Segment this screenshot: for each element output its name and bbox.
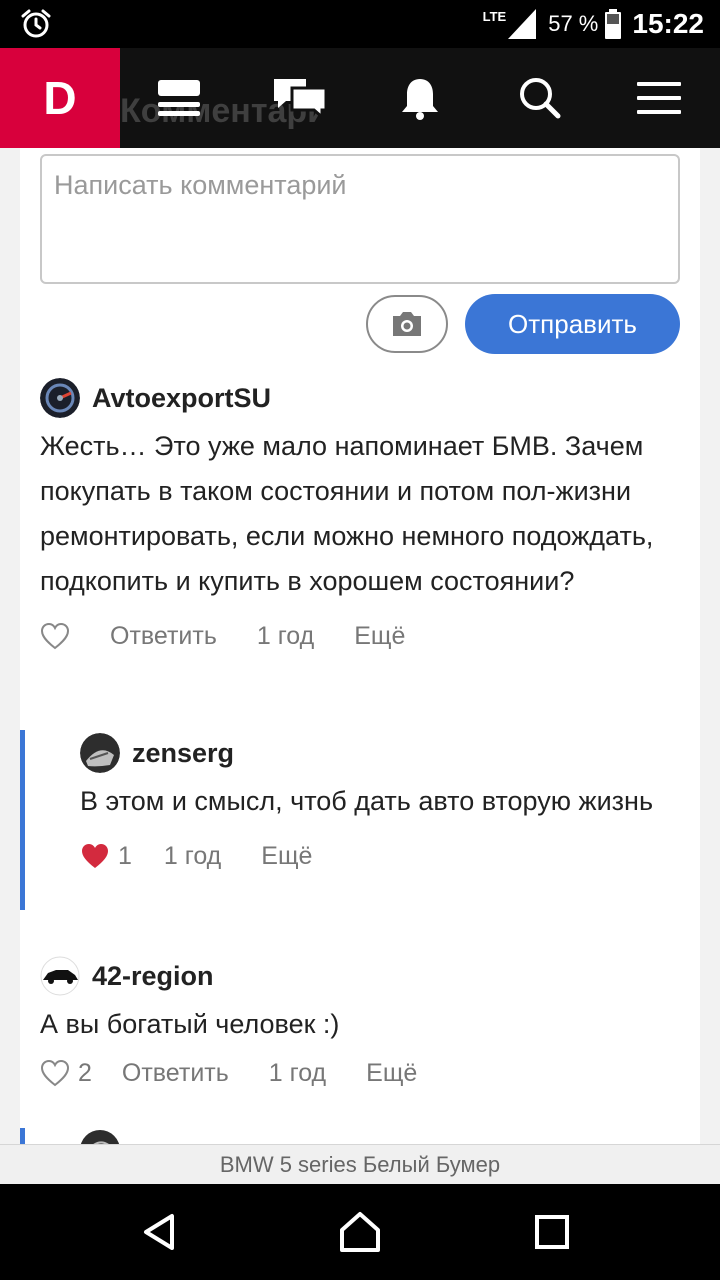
comment-time: 1 год [163,841,222,870]
battery-percent: 57 % [548,11,599,36]
reply-link[interactable]: Ответить [110,622,217,651]
messages-button[interactable] [272,70,328,126]
more-link[interactable]: Ещё [354,622,405,651]
drive2-logo[interactable]: D [0,48,120,148]
footer-title[interactable]: BMW 5 series Белый Бумер [0,1144,720,1184]
comments-card: Написать комментарий Отправить Avtoexpor… [20,148,700,1144]
send-button[interactable]: Отправить [465,294,680,354]
avatar[interactable] [40,378,80,418]
comment-item: 42-region А вы богатый человек :) 2 Отве… [40,956,680,1093]
reply-indicator [20,1128,25,1144]
comment-text: Жесть… Это уже мало напоминает БМВ. Заче… [40,431,654,596]
comment-text: В этом и смысл, чтоб дать авто вторую жи… [80,786,654,816]
avatar[interactable] [80,733,120,773]
back-button[interactable] [136,1208,184,1256]
recents-icon [535,1215,569,1249]
comment-text: А вы богатый человек :) [40,1009,340,1039]
heart-filled-icon[interactable] [80,842,110,870]
network-type: LTE [482,8,507,24]
reply-indicator [20,730,25,910]
more-link[interactable]: Ещё [261,842,312,871]
comment-reply-item: zenserg В этом и смысл, чтоб дать авто в… [80,733,680,876]
reply-link[interactable]: Ответить [122,1059,229,1088]
heart-outline-icon[interactable] [40,1059,70,1087]
like-count: 1 [118,841,132,870]
system-navigation-bar [0,1184,720,1280]
like-count: 2 [78,1058,92,1087]
comment-time: 1 год [256,621,315,650]
menu-button[interactable] [631,70,687,126]
bell-icon [402,79,438,120]
notifications-button[interactable] [392,70,448,126]
comment-author[interactable]: AvtoexportSU [92,383,271,414]
messages-icon [274,79,328,120]
recents-button[interactable] [528,1208,576,1256]
more-link[interactable]: Ещё [366,1059,417,1088]
heart-outline-icon[interactable] [40,622,70,650]
home-button[interactable] [336,1208,384,1256]
attach-photo-button[interactable] [366,295,448,353]
menu-icon [637,82,681,114]
back-icon [144,1214,174,1250]
alarm-icon [21,9,51,38]
search-icon [520,78,561,119]
avatar-partial [81,1130,119,1144]
comment-input[interactable]: Написать комментарий [40,154,680,284]
comment-author[interactable]: zenserg [132,738,234,769]
battery-icon [605,9,622,39]
comment-time: 1 год [268,1058,327,1087]
clock: 15:22 [632,8,704,39]
avatar[interactable] [40,956,80,996]
home-icon [340,1212,380,1252]
comment-author[interactable]: 42-region [92,961,214,992]
comment-item: AvtoexportSU Жесть… Это уже мало напомин… [40,378,680,656]
search-button[interactable] [512,70,568,126]
app-bar: Комментарии 4 D [0,48,720,148]
signal-icon [508,9,537,39]
status-bar: LTE 57 % 15:22 [0,0,720,48]
feed-icon [158,80,200,116]
comments-page: Написать комментарий Отправить Avtoexpor… [0,148,720,1144]
camera-icon [393,312,421,336]
feed-button[interactable] [151,70,207,126]
